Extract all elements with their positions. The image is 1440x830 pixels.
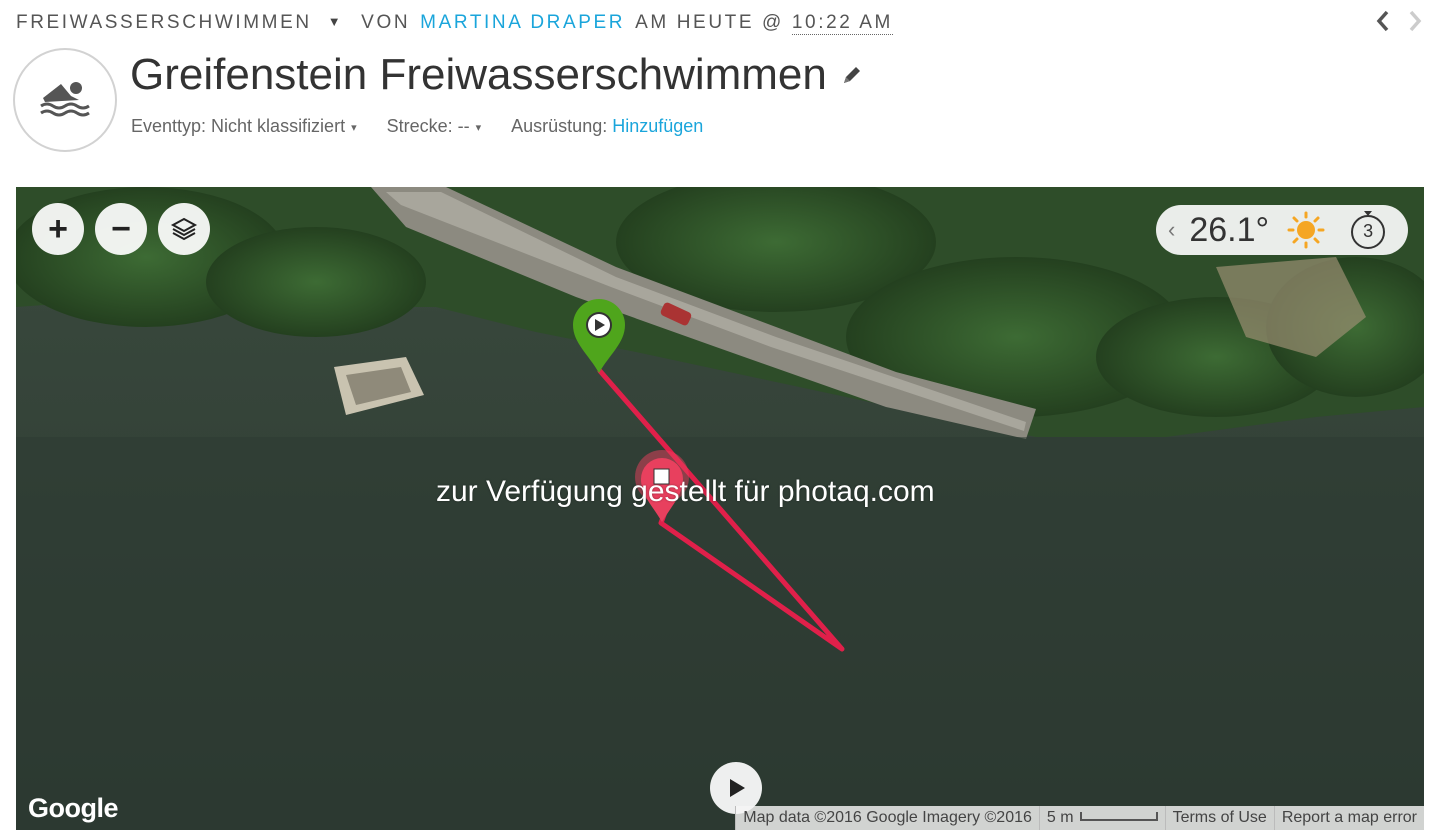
event-type-label: Eventtyp: Nicht klassifiziert (131, 116, 346, 136)
course-label: Strecke: -- (386, 116, 470, 136)
zoom-out-button[interactable]: − (95, 203, 147, 255)
scale-line (1079, 811, 1158, 821)
chevron-down-icon: ▾ (475, 122, 482, 134)
temperature: 26.1° (1189, 210, 1270, 249)
activity-meta: Eventtyp: Nicht klassifiziert ▾ Strecke: … (131, 116, 703, 137)
activity-title-text: Greifenstein Freiwasserschwimmen (130, 50, 827, 99)
weather-widget: ‹ 26.1° 3 (1156, 205, 1408, 255)
gear-field: Ausrüstung: Hinzufügen (511, 116, 703, 137)
watermark: zur Verfügung gestellt für photaq.com (436, 475, 935, 508)
layers-icon (170, 217, 198, 241)
author-link[interactable]: MARTINA DRAPER (420, 12, 625, 34)
activity-type-label[interactable]: FREIWASSERSCHWIMMEN (16, 12, 312, 34)
zoom-in-button[interactable]: + (32, 203, 84, 255)
gear-label: Ausrüstung: (511, 116, 608, 136)
activity-title: Greifenstein Freiwasserschwimmen (130, 50, 863, 100)
google-logo: Google (28, 793, 119, 823)
map-data-text: Map data ©2016 Google Imagery ©2016 (735, 806, 1039, 830)
activity-type-dropdown-icon[interactable]: ▼ (328, 14, 343, 29)
chevron-down-icon: ▾ (351, 122, 357, 134)
start-pin-icon[interactable] (573, 299, 625, 373)
activity-navigation (1376, 10, 1422, 38)
weather-prev-button[interactable]: ‹ (1168, 217, 1175, 243)
activity-time[interactable]: 10:22 AM (791, 12, 893, 35)
play-icon (730, 779, 745, 797)
swim-icon (13, 48, 117, 152)
scale-text: 5 m (1046, 809, 1074, 826)
by-label: VON (361, 12, 411, 33)
event-type-select[interactable]: Eventtyp: Nicht klassifiziert ▾ (131, 116, 357, 137)
timer-value: 3 (1363, 221, 1374, 241)
sun-icon (1287, 211, 1325, 249)
pencil-icon[interactable] (841, 64, 863, 86)
course-select[interactable]: Strecke: -- ▾ (387, 116, 482, 137)
when-label: AM HEUTE @ (635, 12, 784, 33)
chevron-left-icon[interactable] (1376, 10, 1390, 38)
add-gear-link[interactable]: Hinzufügen (612, 116, 703, 136)
layers-button[interactable] (158, 203, 210, 255)
map-attribution: Map data ©2016 Google Imagery ©2016 5 m … (735, 806, 1424, 830)
scale-bar[interactable]: 5 m (1038, 806, 1165, 830)
map-view[interactable]: + − ‹ 26.1° 3 zur Verfügung gestellt für… (16, 187, 1424, 830)
report-map-error-link[interactable]: Report a map error (1273, 806, 1424, 830)
route-track (597, 368, 845, 652)
activity-header: FREIWASSERSCHWIMMEN ▼ VON MARTINA DRAPER… (16, 8, 893, 38)
terms-link[interactable]: Terms of Use (1164, 806, 1274, 830)
chevron-right-icon[interactable] (1408, 10, 1422, 38)
timer-icon[interactable]: 3 (1349, 209, 1387, 251)
